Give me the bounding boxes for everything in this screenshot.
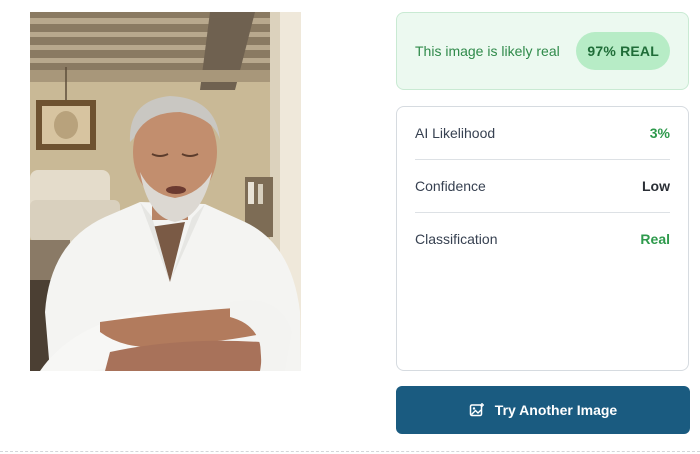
detail-value: 3% [649,125,670,141]
detail-label: Classification [415,231,498,247]
verdict-message: This image is likely real [415,43,560,59]
detail-label: AI Likelihood [415,125,496,141]
detail-row-classification: Classification Real [415,213,670,265]
try-another-image-button[interactable]: Try Another Image [396,386,690,434]
try-another-image-label: Try Another Image [494,402,618,418]
detail-row-confidence: Confidence Low [415,160,670,213]
uploaded-image-preview [30,12,301,371]
section-divider [0,451,700,452]
detail-row-ai-likelihood: AI Likelihood 3% [415,107,670,160]
image-upload-icon [469,402,485,418]
detail-label: Confidence [415,178,486,194]
photo-of-man-in-white-shirt [30,12,301,371]
verdict-banner: This image is likely real 97% REAL [396,12,689,90]
real-score-badge: 97% REAL [576,32,670,70]
detail-value: Low [642,178,670,194]
detail-value: Real [640,231,670,247]
analysis-details-card: AI Likelihood 3% Confidence Low Classifi… [396,106,689,371]
